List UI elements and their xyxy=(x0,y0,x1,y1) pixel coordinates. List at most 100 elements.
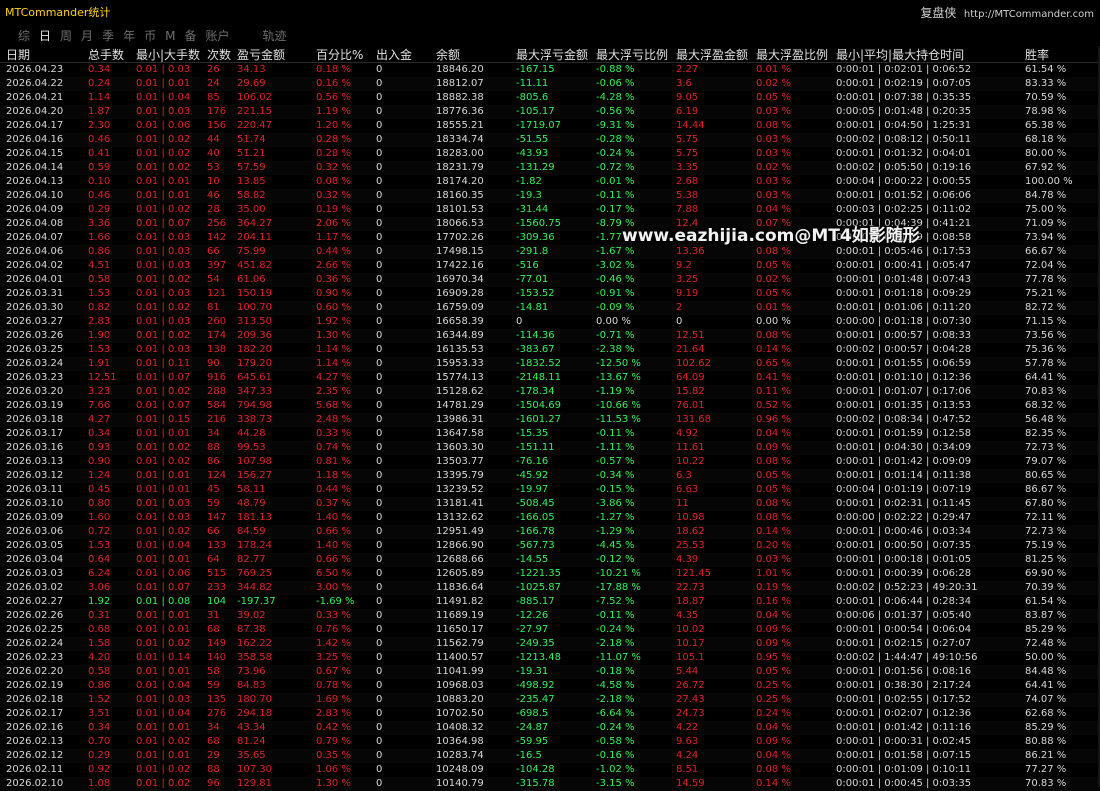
table-row[interactable]: 2026.03.26 1.90 0.01 | 0.02 174 209.36 1.30 %… xyxy=(0,329,1100,343)
table-row[interactable]: 2026.03.18 4.27 0.01 | 0.15 216 338.73 2.48 %… xyxy=(0,413,1100,427)
table-row[interactable]: 2026.04.10 0.46 0.01 | 0.01 46 58.82 0.32 % 0 1… xyxy=(0,189,1100,203)
table-row[interactable]: 2026.04.15 0.41 0.01 | 0.02 40 51.21 0.28 % 0 1… xyxy=(0,147,1100,161)
table-row[interactable]: 2026.03.09 1.60 0.01 | 0.03 147 181.13 1.40 %… xyxy=(0,511,1100,525)
table-cell: 2026.03.25 xyxy=(6,344,64,355)
table-row[interactable]: 2026.04.02 4.51 0.01 | 0.03 397 451.82 2.66 %… xyxy=(0,259,1100,273)
table-row[interactable]: 2026.04.16 0.46 0.01 | 0.02 44 51.74 0.28 % 0 1… xyxy=(0,133,1100,147)
table-row[interactable]: 2026.03.10 0.80 0.01 | 0.03 59 48.79 0.37 % 0 1… xyxy=(0,497,1100,511)
table-row[interactable]: 2026.03.30 0.82 0.01 | 0.02 81 100.70 0.60 % 0… xyxy=(0,301,1100,315)
table-cell: 0.01 | 0.02 xyxy=(136,134,191,145)
table-row[interactable]: 2026.04.07 1.66 0.01 | 0.03 142 204.11 1.17 %… xyxy=(0,231,1100,245)
table-cell: 0.00 % xyxy=(596,316,631,327)
column-header[interactable]: 盈亏金额 xyxy=(237,46,285,63)
table-row[interactable]: 2026.02.11 0.92 0.01 | 0.02 88 107.30 1.06 % 0… xyxy=(0,763,1100,777)
tab-1[interactable]: 日 xyxy=(39,27,51,44)
table-row[interactable]: 2026.03.04 0.64 0.01 | 0.01 64 82.77 0.66 % 0 1… xyxy=(0,553,1100,567)
table-cell: 2026.02.16 xyxy=(6,722,64,733)
table-cell: 16658.39 xyxy=(436,316,484,327)
tab-3[interactable]: 月 xyxy=(81,27,93,44)
table-row[interactable]: 2026.03.27 2.83 0.01 | 0.03 260 313.50 1.92 %… xyxy=(0,315,1100,329)
tab-0[interactable]: 综 xyxy=(18,27,30,44)
table-row[interactable]: 2026.03.17 0.34 0.01 | 0.01 34 44.28 0.33 % 0 1… xyxy=(0,427,1100,441)
table-row[interactable]: 2026.02.27 1.92 0.01 | 0.08 104 -197.37 -1.69… xyxy=(0,595,1100,609)
table-row[interactable]: 2026.03.13 0.90 0.01 | 0.02 86 107.98 0.81 % 0… xyxy=(0,455,1100,469)
table-cell: 35.00 xyxy=(237,204,266,215)
table-row[interactable]: 2026.03.02 3.06 0.01 | 0.07 233 344.82 3.00 %… xyxy=(0,581,1100,595)
table-row[interactable]: 2026.03.20 3.23 0.01 | 0.02 288 347.33 2.35 %… xyxy=(0,385,1100,399)
table-row[interactable]: 2026.02.13 0.70 0.01 | 0.02 68 81.24 0.79 % 0 1… xyxy=(0,735,1100,749)
table-row[interactable]: 2026.02.26 0.31 0.01 | 0.01 31 39.02 0.33 % 0 1… xyxy=(0,609,1100,623)
table-row[interactable]: 2026.02.19 0.86 0.01 | 0.04 59 84.83 0.78 % 0 1… xyxy=(0,679,1100,693)
table-row[interactable]: 2026.04.01 0.58 0.01 | 0.02 54 61.06 0.36 % 0 1… xyxy=(0,273,1100,287)
table-cell: 2026.04.06 xyxy=(6,246,64,257)
column-header[interactable]: 百分比% xyxy=(316,46,363,63)
table-cell: 0 xyxy=(376,540,383,551)
table-row[interactable]: 2026.02.17 3.51 0.01 | 0.04 276 294.18 2.83 %… xyxy=(0,707,1100,721)
table-row[interactable]: 2026.04.14 0.59 0.01 | 0.02 53 57.59 0.32 % 0 1… xyxy=(0,161,1100,175)
table-cell: 31 xyxy=(207,610,220,621)
tab-4[interactable]: 季 xyxy=(102,27,114,44)
table-row[interactable]: 2026.03.03 6.24 0.01 | 0.06 515 769.25 6.50 %… xyxy=(0,567,1100,581)
table-row[interactable]: 2026.04.22 0.24 0.01 | 0.01 24 29.69 0.16 % 0 1… xyxy=(0,77,1100,91)
tab-5[interactable]: 年 xyxy=(123,27,135,44)
table-row[interactable]: 2026.04.09 0.29 0.01 | 0.02 28 35.00 0.19 % 0 1… xyxy=(0,203,1100,217)
table-row[interactable]: 2026.03.24 1.91 0.01 | 0.11 90 179.20 1.14 % 0… xyxy=(0,357,1100,371)
table-row[interactable]: 2026.03.06 0.72 0.01 | 0.02 66 84.59 0.66 % 0 1… xyxy=(0,525,1100,539)
brand-url-link[interactable]: http://MTCommander.com xyxy=(964,9,1094,20)
table-row[interactable]: 2026.02.18 1.52 0.01 | 0.03 135 180.70 1.69 %… xyxy=(0,693,1100,707)
tab-7[interactable]: M xyxy=(165,29,175,43)
table-cell: 0:00:01 | 0:00:57 | 0:08:33 xyxy=(836,330,972,341)
tab-2[interactable]: 周 xyxy=(60,27,72,44)
table-cell: 2026.02.12 xyxy=(6,750,64,761)
tab-10[interactable]: 轨迹 xyxy=(263,27,287,44)
table-cell: 29.69 xyxy=(237,78,266,89)
table-row[interactable]: 2026.04.08 3.36 0.01 | 0.07 256 364.27 2.06 %… xyxy=(0,217,1100,231)
table-row[interactable]: 2026.03.23 12.51 0.01 | 0.07 916 645.61 4.27 … xyxy=(0,371,1100,385)
table-cell: 85.29 % xyxy=(1025,624,1067,635)
table-row[interactable]: 2026.04.21 1.14 0.01 | 0.04 85 106.02 0.56 % 0… xyxy=(0,91,1100,105)
table-row[interactable]: 2026.03.05 1.53 0.01 | 0.04 133 178.24 1.40 %… xyxy=(0,539,1100,553)
table-row[interactable]: 2026.04.20 1.87 0.01 | 0.03 176 221.15 1.19 %… xyxy=(0,105,1100,119)
table-row[interactable]: 2026.03.31 1.53 0.01 | 0.03 121 150.19 0.90 %… xyxy=(0,287,1100,301)
table-row[interactable]: 2026.02.23 4.20 0.01 | 0.14 140 358.58 3.25 %… xyxy=(0,651,1100,665)
column-header[interactable]: 余额 xyxy=(436,46,460,63)
table-row[interactable]: 2026.03.19 7.66 0.01 | 0.07 584 794.98 5.68 %… xyxy=(0,399,1100,413)
table-cell: 84.78 % xyxy=(1025,190,1067,201)
table-cell: 0.01 | 0.11 xyxy=(136,358,191,369)
tab-6[interactable]: 币 xyxy=(144,27,156,44)
tab-8[interactable]: 备 xyxy=(184,27,196,44)
table-row[interactable]: 2026.03.25 1.53 0.01 | 0.03 138 182.20 1.14 %… xyxy=(0,343,1100,357)
table-row[interactable]: 2026.03.16 0.93 0.01 | 0.02 88 99.53 0.74 % 0 1… xyxy=(0,441,1100,455)
table-cell: -235.47 xyxy=(516,694,555,705)
column-header[interactable]: 最小|平均|最大持仓时间 xyxy=(836,46,964,63)
table-cell: 0 xyxy=(376,428,383,439)
column-header[interactable]: 最大浮亏比例 xyxy=(596,46,668,63)
column-header[interactable]: 出入金 xyxy=(376,46,412,63)
table-row[interactable]: 2026.02.20 0.58 0.01 | 0.01 58 73.96 0.67 % 0 1… xyxy=(0,665,1100,679)
column-header[interactable]: 最大浮亏金额 xyxy=(516,46,588,63)
column-header[interactable]: 最小|大手数 xyxy=(136,46,200,63)
column-header[interactable]: 日期 xyxy=(6,46,30,63)
watermark: www.eazhijia.com@MT4如影随形 xyxy=(622,226,920,246)
table-row[interactable]: 2026.03.11 0.45 0.01 | 0.01 45 58.11 0.44 % 0 1… xyxy=(0,483,1100,497)
column-header[interactable]: 最大浮盈比例 xyxy=(756,46,828,63)
tab-9[interactable]: 账户 xyxy=(205,27,229,44)
table-cell: 5.75 xyxy=(676,148,699,159)
table-row[interactable]: 2026.02.16 0.34 0.01 | 0.01 34 43.34 0.42 % 0 1… xyxy=(0,721,1100,735)
table-row[interactable]: 2026.04.06 0.86 0.01 | 0.03 66 75.99 0.44 % 0 1… xyxy=(0,245,1100,259)
column-header[interactable]: 次数 xyxy=(207,46,231,63)
table-cell: 179.20 xyxy=(237,358,272,369)
table-row[interactable]: 2026.04.23 0.34 0.01 | 0.03 26 34.13 0.18 % 0 1… xyxy=(0,63,1100,77)
table-row[interactable]: 2026.04.13 0.10 0.01 | 0.01 10 13.85 0.08 % 0 1… xyxy=(0,175,1100,189)
table-row[interactable]: 2026.04.17 2.30 0.01 | 0.06 156 220.47 1.20 %… xyxy=(0,119,1100,133)
column-header[interactable]: 总手数 xyxy=(88,46,124,63)
table-cell: 16759.09 xyxy=(436,302,484,313)
table-row[interactable]: 2026.02.24 1.58 0.01 | 0.02 149 162.22 1.42 %… xyxy=(0,637,1100,651)
column-header[interactable]: 最大浮盈金额 xyxy=(676,46,748,63)
column-header[interactable]: 胜率 xyxy=(1025,46,1049,63)
table-row[interactable]: 2026.03.12 1.24 0.01 | 0.01 124 156.27 1.18 %… xyxy=(0,469,1100,483)
table-row[interactable]: 2026.02.25 0.68 0.01 | 0.01 68 87.38 0.76 % 0 1… xyxy=(0,623,1100,637)
table-cell: -59.95 xyxy=(516,736,549,747)
table-row[interactable]: 2026.02.10 1.08 0.01 | 0.02 96 129.81 1.30 % 0… xyxy=(0,777,1100,791)
table-row[interactable]: 2026.02.12 0.29 0.01 | 0.01 29 35.65 0.35 % 0 1… xyxy=(0,749,1100,763)
